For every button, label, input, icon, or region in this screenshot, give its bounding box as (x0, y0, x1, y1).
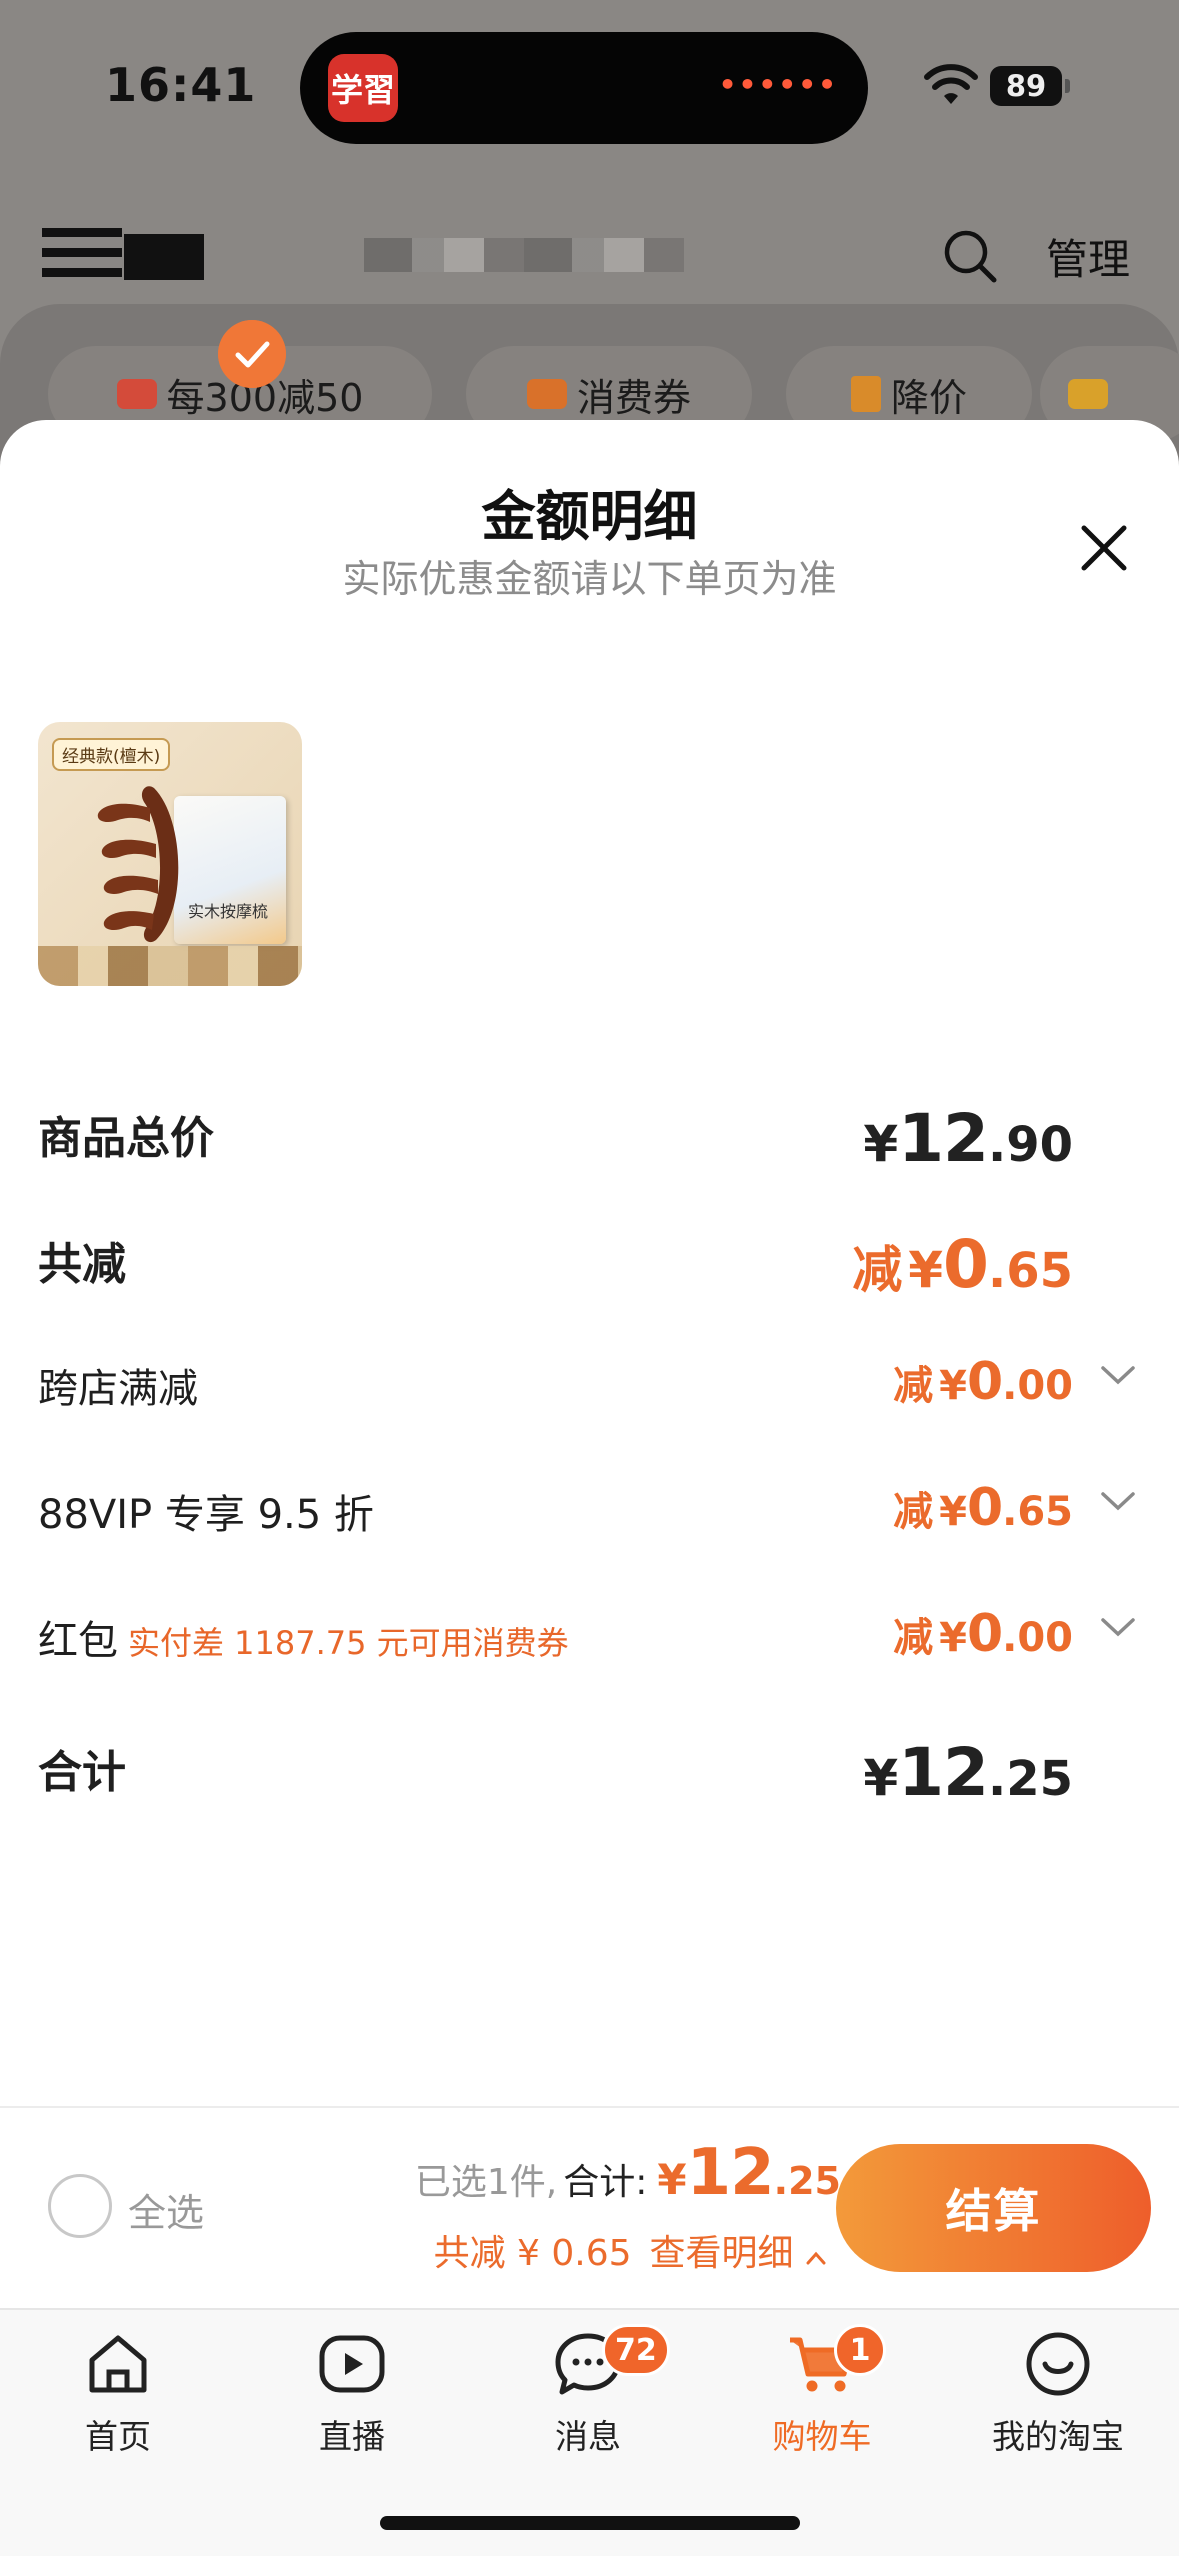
sheet-title: 金额明细 (481, 485, 698, 548)
row-cross-store-discount[interactable]: 跨店满减 减 ¥0.00 (38, 1352, 1135, 1422)
sum-label-text: 合计: (563, 2162, 648, 2203)
sheet-subtitle: 实际优惠金额请以下单页为准 (342, 557, 837, 601)
sum-label: 合计 (38, 1747, 126, 1798)
app-logo-icon: 学習 (328, 54, 398, 122)
total-price-value: ¥12.90 (863, 1100, 1073, 1177)
settle-button[interactable]: 结算 (836, 2144, 1151, 2272)
saved-amount-line[interactable]: 共减 ¥ 0.65 查看明细 (434, 2224, 827, 2276)
view-details-link: 查看明细 (650, 2224, 827, 2276)
home-indicator (380, 2516, 800, 2530)
checkout-summary: 已选1件, 合计: ¥ 12 .25 (415, 2136, 841, 2210)
menu-icon[interactable] (42, 222, 204, 282)
checkout-amount-dec: .25 (773, 2159, 841, 2203)
red-packet-value: 减 ¥0.00 (893, 1604, 1073, 1664)
tab-live-label: 直播 (319, 2417, 385, 2456)
tab-messages[interactable]: 消息 72 (488, 2324, 688, 2458)
selected-check-icon[interactable] (218, 320, 286, 388)
checkout-currency: ¥ (657, 2155, 687, 2204)
red-packet-label: 红包 实付差 1187.75 元可用消费券 (38, 1618, 569, 1664)
chevron-up-icon (806, 2251, 826, 2265)
coupon-icon (116, 379, 157, 409)
recording-dots-icon: •••••• (718, 68, 838, 101)
search-icon[interactable] (942, 228, 998, 284)
tab-live[interactable]: 直播 (252, 2328, 452, 2458)
close-icon[interactable] (1076, 520, 1132, 576)
wifi-icon (924, 64, 978, 104)
select-all-radio[interactable] (48, 2174, 112, 2238)
battery-indicator: 89 (990, 66, 1070, 106)
chevron-down-icon[interactable] (1099, 1614, 1137, 1640)
chevron-down-icon[interactable] (1099, 1488, 1137, 1514)
product-box-text: 实木按摩梳 (188, 902, 269, 921)
vip-label: 88VIP 专享 9.5 折 (38, 1492, 374, 1538)
total-discount-value: 减 ¥0.65 (852, 1226, 1073, 1303)
price-drop-icon (850, 376, 881, 412)
message-badge: 72 (602, 2324, 670, 2376)
cart-badge: 1 (834, 2324, 886, 2376)
folder-icon (1068, 379, 1108, 409)
checkout-amount-int: 12 (686, 2136, 775, 2210)
selected-count-text: 已选1件, (414, 2162, 558, 2203)
manage-button[interactable]: 管理 (1046, 226, 1130, 287)
blurred-shop-name (364, 238, 684, 272)
row-vip-discount[interactable]: 88VIP 专享 9.5 折 减 ¥0.65 (38, 1478, 1135, 1548)
status-time: 16:41 (105, 58, 257, 112)
tab-home[interactable]: 首页 (18, 2328, 218, 2458)
live-play-icon (319, 2335, 385, 2393)
red-packet-note: 实付差 1187.75 元可用消费券 (128, 1624, 569, 1662)
select-all-label[interactable]: 全选 (128, 2182, 204, 2237)
row-sum: 合计 ¥12.25 (38, 1734, 1099, 1814)
sum-value: ¥12.25 (863, 1734, 1073, 1811)
vip-value: 减 ¥0.65 (893, 1478, 1073, 1538)
tab-my-taobao[interactable]: 我的淘宝 (958, 2328, 1158, 2458)
wooden-comb-image (97, 786, 179, 943)
cross-store-label: 跨店满减 (38, 1366, 198, 1412)
cross-store-value: 减 ¥0.00 (893, 1352, 1073, 1412)
tab-home-label: 首页 (85, 2417, 151, 2456)
product-base-blur (38, 946, 302, 986)
product-tag: 经典款(檀木) (52, 738, 171, 771)
total-price-label: 商品总价 (38, 1113, 214, 1164)
row-red-packet[interactable]: 红包 实付差 1187.75 元可用消费券 减 ¥0.00 (38, 1604, 1135, 1674)
row-total-discount: 共减 减 ¥0.65 (38, 1226, 1099, 1306)
tab-my-taobao-label: 我的淘宝 (992, 2417, 1124, 2456)
checkout-bar: 全选 已选1件, 合计: ¥ 12 .25 共减 ¥ 0.65 查看明细 结算 (0, 2106, 1179, 2308)
voucher-icon (526, 379, 567, 409)
tab-messages-label: 消息 (555, 2417, 621, 2456)
chevron-down-icon[interactable] (1099, 1362, 1137, 1388)
tab-cart-label: 购物车 (772, 2417, 872, 2456)
home-icon (89, 2335, 147, 2393)
profile-icon (1026, 2332, 1090, 2396)
dynamic-island: 学習 •••••• (300, 32, 868, 144)
saved-amount-text: 共减 ¥ 0.65 (433, 2233, 632, 2274)
tab-cart[interactable]: 购物车 1 (722, 2324, 922, 2458)
total-discount-label: 共减 (38, 1239, 126, 1290)
product-thumbnail[interactable]: 经典款(檀木) 实木按摩梳 (38, 722, 302, 986)
row-total-price: 商品总价 ¥12.90 (38, 1100, 1099, 1180)
